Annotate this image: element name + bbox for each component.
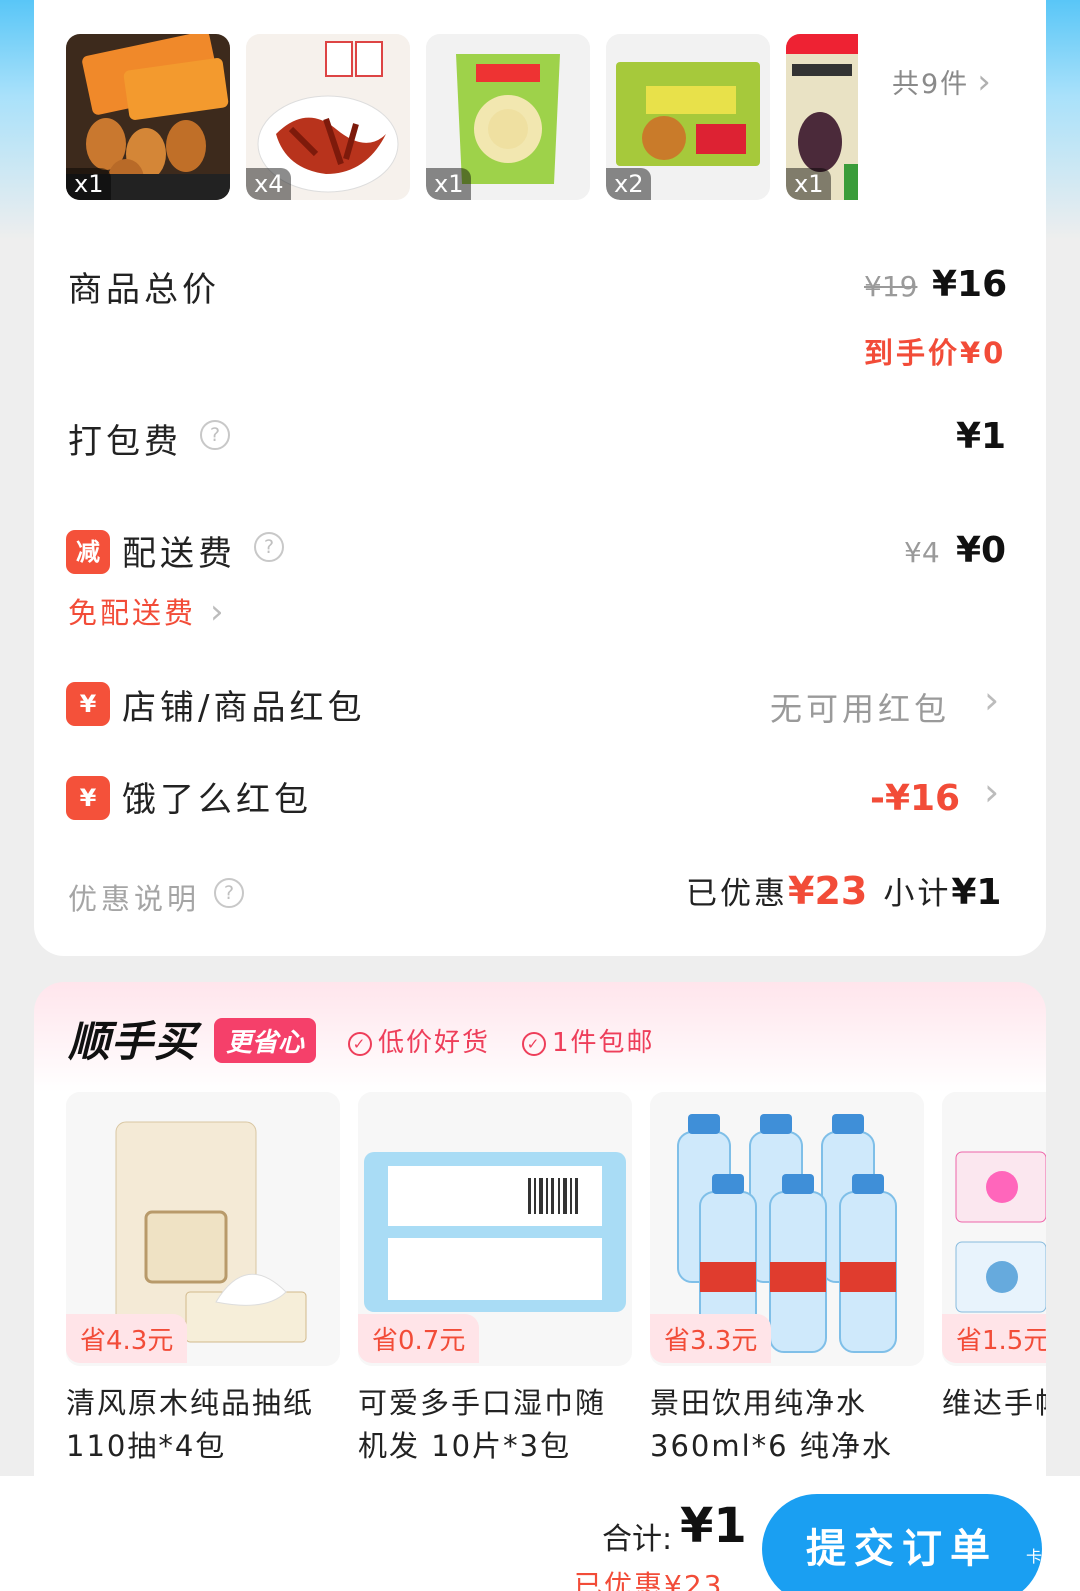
chevron-right-icon[interactable]: › [984, 770, 999, 814]
item-thumbnails[interactable]: x1 x4 x1 x2 x1 [66, 34, 1046, 200]
watermark: 卡农社 [1025, 1547, 1074, 1566]
item-thumb[interactable]: x2 [606, 34, 770, 200]
delivery-original-price: ¥4 [904, 536, 940, 569]
free-delivery-label: 免配送费 [68, 596, 197, 630]
feature-free-shipping: ✓ 1件包邮 [522, 1022, 655, 1059]
coupon-icon: ¥ [66, 682, 110, 726]
product-card[interactable]: 省4.3元 清风原木纯品抽纸110抽*4包 [66, 1092, 340, 1482]
feature-low-price: ✓ 低价好货 [348, 1022, 490, 1059]
submit-order-button[interactable]: 提交订单 [762, 1494, 1042, 1591]
total-label: 合计: [602, 1522, 673, 1557]
delivery-fee-price: ¥0 [956, 530, 1007, 571]
product-name: 维达手帕纸小包纸 [942, 1386, 1046, 1420]
product-name: 可爱多手口湿巾随机发 10片*3包 [358, 1386, 607, 1463]
help-icon[interactable]: ? [214, 878, 244, 908]
saved-label: 已优惠 [686, 876, 788, 912]
packing-fee-label: 打包费 [68, 422, 182, 462]
subtotal-value: ¥1 [951, 872, 1002, 913]
save-badge: 省1.5元 [942, 1314, 1046, 1363]
check-circle-icon: ✓ [348, 1032, 372, 1056]
item-qty: x2 [606, 168, 652, 200]
subtotal-label: 小计 [883, 876, 952, 912]
item-count-label: 共9件 [892, 69, 970, 100]
chevron-right-icon[interactable]: › [984, 678, 999, 722]
feature-label: 低价好货 [378, 1028, 491, 1058]
saved-value: ¥23 [788, 869, 868, 913]
packing-fee-price: ¥1 [956, 416, 1007, 457]
item-qty: x1 [786, 168, 832, 200]
goods-price: ¥16 [932, 264, 1008, 305]
goods-total-label: 商品总价 [68, 270, 220, 310]
recommend-tag: 更省心 [214, 1018, 317, 1063]
item-thumb[interactable]: x1 [66, 34, 230, 200]
item-thumb[interactable]: x1 [426, 34, 590, 200]
item-qty: x4 [246, 168, 292, 200]
check-circle-icon: ✓ [522, 1032, 546, 1056]
save-badge: 省0.7元 [358, 1314, 480, 1363]
item-thumb[interactable]: x1 [786, 34, 858, 200]
product-card[interactable]: 省0.7元 可爱多手口湿巾随机发 10片*3包 [358, 1092, 632, 1482]
subtotal-line: 已优惠¥23 小计¥1 [686, 868, 1001, 913]
shop-coupon-label[interactable]: 店铺/商品红包 [122, 680, 365, 729]
item-qty: x1 [66, 168, 112, 200]
item-count-link[interactable]: 共9件 › [892, 62, 993, 102]
order-summary-card: x1 x4 x1 x2 x1 共9件 › 商品总价 ¥19 ¥16 到手价¥0 … [34, 0, 1046, 956]
product-name: 清风原木纯品抽纸110抽*4包 [66, 1386, 315, 1463]
item-thumb[interactable]: x4 [246, 34, 410, 200]
chevron-right-icon: › [210, 592, 227, 632]
free-delivery-link[interactable]: 免配送费 › [68, 590, 227, 632]
total-value: ¥1 [680, 1498, 747, 1554]
help-icon[interactable]: ? [200, 420, 230, 450]
shop-coupon-value[interactable]: 无可用红包 [770, 684, 950, 730]
ele-coupon-label[interactable]: 饿了么红包 [122, 772, 312, 821]
hand-price: 到手价¥0 [864, 336, 1007, 370]
chevron-right-icon: › [977, 62, 993, 102]
total-saved-text: 已优惠¥23 [574, 1569, 724, 1591]
feature-label: 1件包邮 [552, 1028, 655, 1058]
ele-coupon-value[interactable]: -¥16 [870, 778, 960, 819]
add-on-recommend-section: 顺手买 更省心 ✓ 低价好货 ✓ 1件包邮 省4.3元 清风原木纯品抽纸110抽*4… [34, 982, 1046, 1502]
item-qty: x1 [426, 168, 472, 200]
product-card[interactable]: 省1.5元 维达手帕纸小包纸 [942, 1092, 1046, 1482]
save-badge: 省4.3元 [66, 1314, 188, 1363]
product-card[interactable]: 省3.3元 景田饮用纯净水 360ml*6 纯净水 [650, 1092, 924, 1482]
product-name: 景田饮用纯净水 360ml*6 纯净水 [650, 1386, 893, 1463]
recommend-title: 顺手买 [68, 1017, 198, 1066]
delivery-fee-label: 配送费 [122, 534, 236, 574]
checkout-bar: 合计: ¥1 已优惠¥23 提交订单 卡农社 [0, 1476, 1080, 1591]
help-icon[interactable]: ? [254, 532, 284, 562]
goods-original-price: ¥19 [864, 270, 918, 303]
coupon-icon: ¥ [66, 776, 110, 820]
discount-note-label[interactable]: 优惠说明 [68, 876, 200, 918]
save-badge: 省3.3元 [650, 1314, 772, 1363]
discount-badge-icon: 减 [66, 530, 110, 574]
